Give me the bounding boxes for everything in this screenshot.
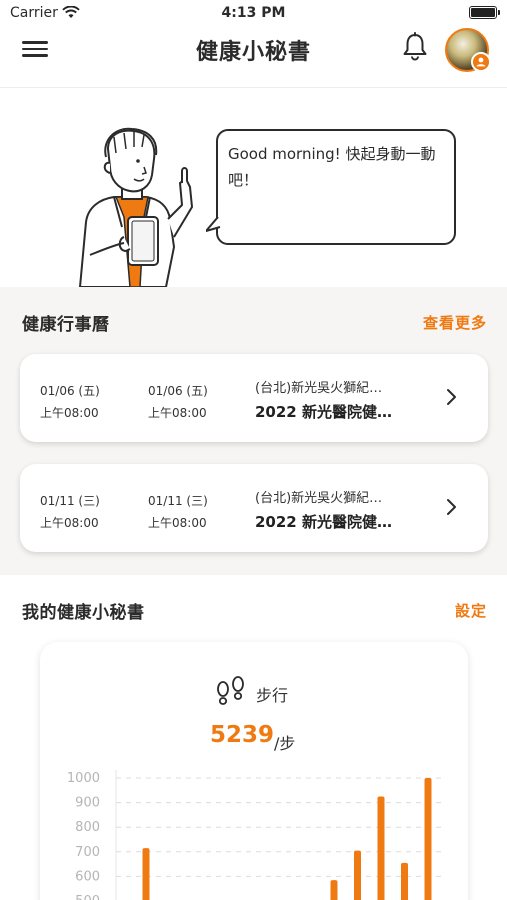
page-title: 健康小秘書 bbox=[195, 40, 311, 65]
greeting-text: Good morning! 快起身動一動吧！ bbox=[228, 145, 436, 189]
y-tick-label: 600 bbox=[75, 869, 100, 884]
chart-bar bbox=[377, 796, 385, 900]
chart-bar bbox=[424, 778, 432, 900]
clock-label: 4:13 PM bbox=[221, 5, 286, 21]
event-end-time: 上午08:00 bbox=[148, 516, 207, 530]
avatar[interactable] bbox=[445, 28, 491, 72]
health-calendar-section: 健康行事曆 查看更多 01/06 (五) 上午08:00 01/06 (五) 上… bbox=[0, 287, 507, 575]
event-name: 2022 新光醫院健… bbox=[255, 403, 392, 421]
chart-bar bbox=[401, 862, 408, 900]
event-start-time: 上午08:00 bbox=[40, 406, 99, 420]
y-tick-label: 800 bbox=[75, 820, 100, 835]
doctor-illustration bbox=[78, 127, 193, 287]
y-tick-label: 900 bbox=[75, 796, 100, 811]
settings-link[interactable]: 設定 bbox=[455, 600, 487, 621]
greeting-hero: Good morning! 快起身動一動吧！ bbox=[0, 89, 507, 287]
event-end-date: 01/06 (五) bbox=[148, 384, 208, 398]
bell-icon[interactable] bbox=[401, 32, 429, 62]
speech-bubble-tail bbox=[206, 217, 221, 232]
event-location: (台北)新光吳火獅紀… bbox=[255, 381, 383, 396]
y-tick-label: 500 bbox=[75, 894, 100, 900]
chart-bar bbox=[354, 850, 361, 900]
event-start-time: 上午08:00 bbox=[40, 516, 99, 530]
chart-bar bbox=[330, 880, 338, 900]
event-start-date: 01/11 (三) bbox=[40, 494, 100, 508]
calendar-title: 健康行事曆 bbox=[22, 315, 110, 335]
event-start-date: 01/06 (五) bbox=[40, 384, 100, 398]
event-end-time: 上午08:00 bbox=[148, 406, 207, 420]
health-title: 我的健康小秘書 bbox=[22, 603, 145, 623]
event-end-date: 01/11 (三) bbox=[148, 494, 208, 508]
my-health-section: 我的健康小秘書 設定 步行 5239 /步 100090080070060050… bbox=[0, 575, 507, 900]
chevron-right-icon bbox=[447, 389, 456, 405]
status-bar: Carrier 4:13 PM bbox=[0, 0, 507, 26]
event-location: (台北)新光吳火獅紀… bbox=[255, 491, 383, 506]
view-more-link[interactable]: 查看更多 bbox=[423, 312, 487, 333]
chart-bar bbox=[142, 848, 150, 900]
nav-bar: 健康小秘書 bbox=[0, 26, 507, 88]
steps-card[interactable]: 步行 5239 /步 1000900800700600500 bbox=[40, 642, 468, 900]
battery-icon bbox=[469, 6, 500, 19]
speech-bubble: Good morning! 快起身動一動吧！ bbox=[216, 129, 456, 245]
user-badge-icon bbox=[471, 52, 491, 72]
y-tick-label: 1000 bbox=[67, 771, 100, 786]
event-card[interactable]: 01/06 (五) 上午08:00 01/06 (五) 上午08:00 (台北)… bbox=[20, 354, 488, 442]
y-tick-label: 700 bbox=[75, 845, 100, 860]
event-name: 2022 新光醫院健… bbox=[255, 513, 392, 531]
event-card[interactable]: 01/11 (三) 上午08:00 01/11 (三) 上午08:00 (台北)… bbox=[20, 464, 488, 552]
chevron-right-icon bbox=[447, 499, 456, 515]
steps-bar-chart: 1000 900 800 700 600 500 bbox=[67, 770, 444, 900]
